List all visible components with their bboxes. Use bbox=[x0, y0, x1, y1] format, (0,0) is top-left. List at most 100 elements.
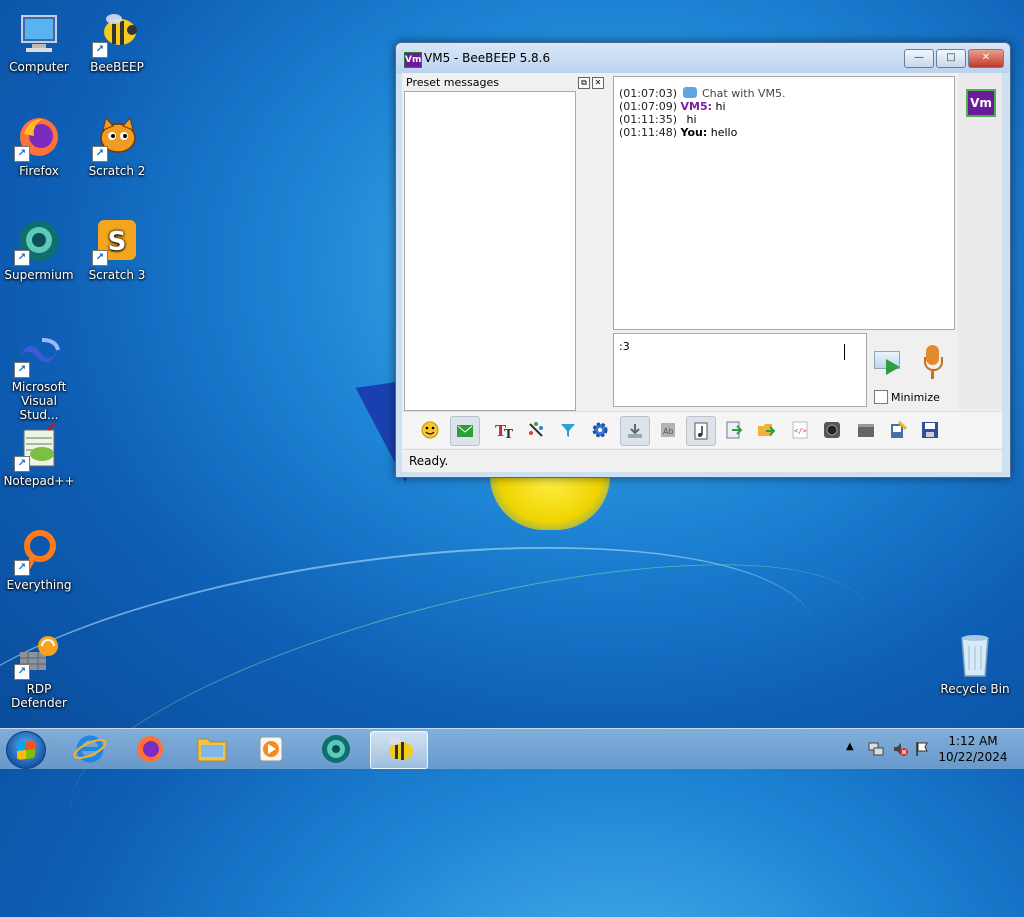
notes-icon bbox=[694, 422, 708, 440]
preset-messages-list[interactable] bbox=[404, 91, 576, 411]
shortcut-arrow-icon: ↗ bbox=[92, 146, 108, 162]
taskbar-supermium[interactable] bbox=[310, 731, 362, 767]
screenshot-icon bbox=[824, 422, 840, 438]
screenshot-button[interactable] bbox=[818, 416, 846, 444]
font-color-button[interactable] bbox=[522, 416, 550, 444]
close-button[interactable]: ✕ bbox=[968, 49, 1004, 68]
float-panel-icon[interactable]: ⧉ bbox=[578, 77, 590, 89]
save-icon bbox=[922, 422, 938, 438]
edit-button[interactable] bbox=[884, 416, 912, 444]
send-message-button[interactable] bbox=[872, 345, 906, 381]
html-button[interactable]: </> bbox=[786, 416, 814, 444]
desktop-icon-firefox[interactable]: ↗ Firefox bbox=[0, 114, 78, 178]
supermium-icon: ↗ bbox=[14, 218, 62, 266]
svg-text:S: S bbox=[108, 227, 127, 257]
chat-line: (01:11:48) You: hello bbox=[619, 126, 738, 139]
rdp-defender-icon: ↗ bbox=[14, 632, 62, 680]
desktop-icon-rdp-defender[interactable]: ↗ RDP Defender bbox=[0, 632, 78, 710]
window-title: VM5 - BeeBEEP 5.8.6 bbox=[424, 51, 551, 65]
shortcut-arrow-icon: ↗ bbox=[92, 250, 108, 266]
svg-text:Ab: Ab bbox=[663, 427, 674, 436]
preset-messages-header: Preset messages ⧉ ✕ bbox=[404, 75, 604, 91]
desktop-icon-beebeep[interactable]: ↗ BeeBEEP bbox=[78, 10, 156, 74]
taskbar-internet-explorer[interactable] bbox=[64, 731, 116, 767]
settings-button[interactable] bbox=[586, 416, 614, 444]
chat-line: (01:07:03) Chat with VM5. bbox=[619, 87, 786, 100]
action-center-flag-icon[interactable] bbox=[914, 741, 930, 757]
clear-chat-button[interactable]: Ab bbox=[654, 416, 682, 444]
maximize-button[interactable]: □ bbox=[936, 49, 966, 68]
chat-toolbar: TT Ab </> bbox=[402, 411, 1002, 448]
font-color-icon bbox=[529, 422, 543, 437]
filter-button[interactable] bbox=[554, 416, 582, 444]
taskbar-media-player[interactable] bbox=[246, 731, 298, 767]
start-button[interactable] bbox=[6, 731, 46, 769]
font-button[interactable]: TT bbox=[490, 416, 518, 444]
chat-history[interactable]: (01:07:03) Chat with VM5. (01:07:09) VM5… bbox=[613, 76, 955, 330]
window-client: Preset messages ⧉ ✕ (01:07:03) Chat with… bbox=[402, 73, 1002, 472]
filter-icon bbox=[561, 424, 575, 437]
emoticons-icon bbox=[421, 421, 439, 439]
desktop-icon-scratch2[interactable]: ↗ Scratch 2 bbox=[78, 114, 156, 178]
desktop-icon-visual-studio[interactable]: ↗ Microsoft Visual Stud... bbox=[0, 330, 78, 422]
notes-button[interactable] bbox=[686, 416, 716, 446]
shortcut-arrow-icon: ↗ bbox=[14, 146, 30, 162]
show-hidden-icons-icon[interactable]: ▲ bbox=[846, 741, 862, 757]
desktop-icon-everything[interactable]: ↗ Everything bbox=[0, 528, 78, 592]
send-file-button[interactable] bbox=[720, 416, 748, 444]
message-input[interactable]: :3 bbox=[613, 333, 867, 407]
notepadpp-icon: ↗ bbox=[14, 420, 62, 472]
firefox-icon bbox=[137, 736, 163, 762]
everything-search-icon: ↗ bbox=[14, 528, 62, 576]
network-icon[interactable] bbox=[868, 741, 884, 757]
emoticons-button[interactable] bbox=[416, 416, 444, 444]
title-bar[interactable]: Vm VM5 - BeeBEEP 5.8.6 — □ ✕ bbox=[396, 43, 1010, 73]
internet-explorer-icon bbox=[73, 735, 107, 763]
clear-chat-icon: Ab bbox=[661, 423, 675, 437]
clock[interactable]: 1:12 AM 10/22/2024 bbox=[930, 733, 1016, 765]
shortcut-arrow-icon: ↗ bbox=[92, 42, 108, 58]
send-folder-button[interactable] bbox=[752, 416, 780, 444]
font-icon: TT bbox=[495, 422, 513, 439]
windows-logo-icon bbox=[17, 740, 35, 760]
taskbar-file-explorer[interactable] bbox=[186, 731, 238, 767]
scratch-cat-icon: ↗ bbox=[92, 114, 140, 162]
film-button[interactable] bbox=[852, 416, 880, 444]
preset-messages-title: Preset messages bbox=[406, 76, 499, 89]
save-chat-button[interactable] bbox=[620, 416, 650, 446]
minimize-label: Minimize bbox=[891, 391, 940, 404]
bee-icon: ↗ bbox=[92, 10, 140, 58]
firefox-icon: ↗ bbox=[14, 114, 62, 162]
volume-muted-icon[interactable] bbox=[892, 741, 908, 757]
close-panel-icon[interactable]: ✕ bbox=[592, 77, 604, 89]
preset-messages-icon bbox=[457, 425, 473, 437]
voice-message-button[interactable] bbox=[920, 343, 946, 383]
avatar[interactable]: Vm bbox=[966, 89, 996, 117]
send-arrow-icon bbox=[886, 359, 900, 375]
wallpaper-logo bbox=[490, 476, 610, 530]
taskbar-firefox[interactable] bbox=[124, 731, 176, 767]
save-button[interactable] bbox=[916, 416, 944, 444]
desktop-icon-supermium[interactable]: ↗ Supermium bbox=[0, 218, 78, 282]
chat-line: (01:11:35) hi bbox=[619, 113, 697, 126]
preset-messages-button[interactable] bbox=[450, 416, 480, 446]
taskbar-beebeep[interactable] bbox=[370, 731, 428, 769]
minimize-button[interactable]: — bbox=[904, 49, 934, 68]
html-icon: </> bbox=[792, 421, 808, 439]
supermium-icon bbox=[322, 735, 350, 763]
desktop-icon-computer[interactable]: Computer bbox=[0, 10, 78, 74]
save-chat-icon bbox=[628, 424, 642, 438]
desktop-icon-scratch3[interactable]: S ↗ Scratch 3 bbox=[78, 218, 156, 282]
desktop-icon-notepadpp[interactable]: ↗ Notepad++ bbox=[0, 420, 78, 488]
shortcut-arrow-icon: ↗ bbox=[14, 456, 30, 472]
film-icon bbox=[858, 424, 874, 437]
shortcut-arrow-icon: ↗ bbox=[14, 664, 30, 680]
text-cursor-icon bbox=[844, 344, 847, 360]
chat-line: (01:07:09) VM5: hi bbox=[619, 100, 726, 113]
edit-icon bbox=[891, 421, 907, 438]
minimize-checkbox[interactable] bbox=[874, 390, 888, 404]
users-panel: Vm bbox=[958, 73, 1002, 409]
beebeep-window[interactable]: Vm VM5 - BeeBEEP 5.8.6 — □ ✕ Preset mess… bbox=[395, 42, 1011, 478]
desktop-icon-recycle-bin[interactable]: Recycle Bin bbox=[936, 632, 1014, 696]
system-tray: ▲ bbox=[840, 729, 930, 769]
